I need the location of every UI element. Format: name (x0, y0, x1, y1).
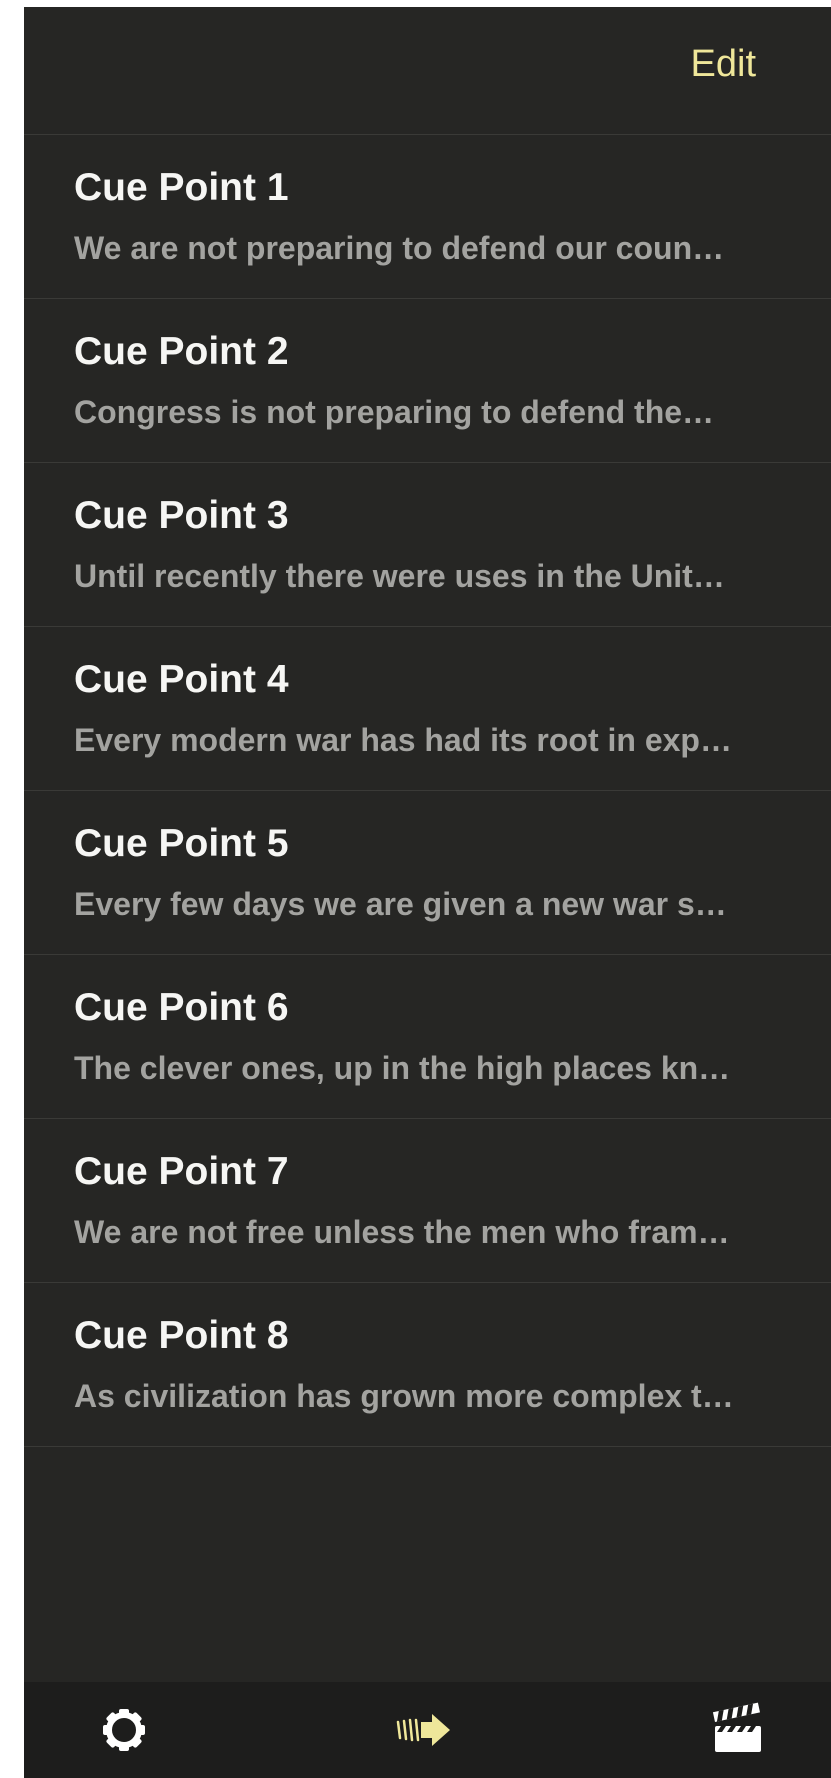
forward-button[interactable] (394, 1700, 454, 1760)
cue-title: Cue Point 5 (74, 822, 289, 865)
cue-title: Cue Point 4 (74, 658, 289, 701)
cue-title: Cue Point 2 (74, 330, 289, 373)
cue-subtitle: As civilization has grown more complex t… (74, 1378, 734, 1414)
cue-subtitle: Congress is not preparing to defend the… (74, 394, 715, 430)
cue-list: Cue Point 1 We are not preparing to defe… (24, 135, 831, 1447)
cue-row-3[interactable]: Cue Point 3 Until recently there were us… (24, 463, 831, 627)
cue-subtitle: Every few days we are given a new war s… (74, 886, 727, 922)
gear-icon (103, 1709, 145, 1751)
cue-title: Cue Point 3 (74, 494, 289, 537)
settings-button[interactable] (94, 1700, 154, 1760)
cue-row-8[interactable]: Cue Point 8 As civilization has grown mo… (24, 1283, 831, 1447)
cue-title: Cue Point 6 (74, 986, 289, 1029)
cue-subtitle: Every modern war has had its root in exp… (74, 722, 732, 758)
cue-title: Cue Point 8 (74, 1314, 289, 1357)
cue-title: Cue Point 7 (74, 1150, 289, 1193)
edit-button[interactable]: Edit (691, 45, 756, 83)
clapper-button[interactable] (707, 1700, 767, 1760)
cue-title: Cue Point 1 (74, 166, 289, 209)
clapperboard-icon (712, 1702, 761, 1752)
app-window: Edit Cue Point 1 We are not preparing to… (24, 7, 831, 1778)
cue-row-7[interactable]: Cue Point 7 We are not free unless the m… (24, 1119, 831, 1283)
cue-row-5[interactable]: Cue Point 5 Every few days we are given … (24, 791, 831, 955)
cue-subtitle: Until recently there were uses in the Un… (74, 558, 725, 594)
cue-subtitle: We are not free unless the men who fram… (74, 1214, 730, 1250)
cue-row-4[interactable]: Cue Point 4 Every modern war has had its… (24, 627, 831, 791)
navigation-bar: Edit (24, 7, 831, 135)
cue-subtitle: The clever ones, up in the high places k… (74, 1050, 731, 1086)
cue-row-1[interactable]: Cue Point 1 We are not preparing to defe… (24, 135, 831, 299)
forward-arrow-icon (396, 1714, 450, 1746)
cue-subtitle: We are not preparing to defend our coun… (74, 230, 725, 266)
cue-row-6[interactable]: Cue Point 6 The clever ones, up in the h… (24, 955, 831, 1119)
bottom-toolbar (24, 1682, 831, 1778)
cue-row-2[interactable]: Cue Point 2 Congress is not preparing to… (24, 299, 831, 463)
